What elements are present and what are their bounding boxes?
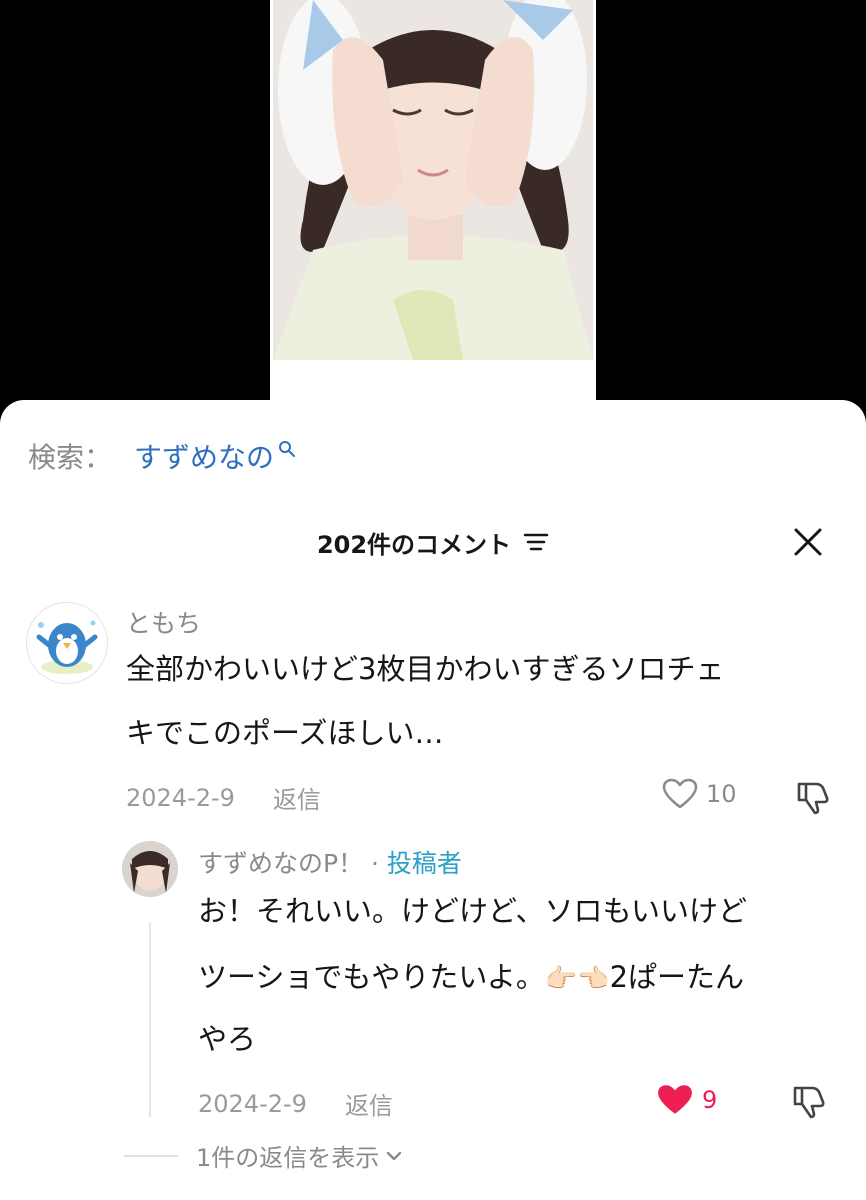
video-area	[0, 0, 866, 420]
video-thumbnail[interactable]	[273, 0, 593, 360]
heart-filled-icon	[658, 1085, 692, 1114]
close-icon[interactable]	[792, 526, 824, 558]
video-frame[interactable]	[270, 0, 596, 420]
reply-text-line-2-end: 2ぱーたん	[609, 960, 745, 994]
reply-username-row: すずめなのP！ · 投稿者	[198, 844, 462, 880]
comments-sheet: 検索： すずめなの 202件のコメント ともち 全部かわいいけど3枚目かわいすぎ…	[0, 400, 866, 1200]
reply-text-line-3: やろ	[198, 1022, 257, 1056]
search-icon[interactable]	[278, 440, 296, 458]
reply-username[interactable]: すずめなのP！	[198, 849, 363, 878]
reply-text-line-2: ツーショでもやりたいよ。👉🏻👈🏻2ぱーたん	[198, 946, 744, 1010]
dislike-icon[interactable]	[790, 1082, 828, 1120]
like-count: 9	[702, 1086, 718, 1114]
comment-date: 2024-2-9	[126, 783, 235, 812]
reply-avatar-photo	[122, 841, 178, 897]
reply-button[interactable]: 返信	[273, 780, 321, 815]
sort-icon[interactable]	[523, 531, 549, 553]
search-suggestion[interactable]: 検索： すずめなの	[28, 436, 296, 476]
author-badge: 投稿者	[386, 849, 462, 878]
like-button[interactable]: 9	[656, 1083, 717, 1117]
comments-header: 202件のコメント	[0, 520, 866, 564]
like-button[interactable]: 10	[662, 778, 737, 810]
penguin-avatar-illustration	[36, 620, 98, 674]
like-count: 10	[706, 780, 737, 808]
comments-count-title: 202件のコメント	[316, 530, 512, 559]
reply-button[interactable]: 返信	[345, 1086, 393, 1121]
comment-username[interactable]: ともち	[126, 604, 201, 640]
search-term-link[interactable]: すずめなの	[134, 436, 274, 476]
reply-date: 2024-2-9	[198, 1089, 307, 1118]
avatar[interactable]	[122, 841, 178, 897]
reply-meta: 2024-2-9 返信	[198, 1086, 393, 1121]
comment-text-line-2: キでこのポーズほしい…	[126, 716, 444, 750]
reply-text-line-1: お！それいい。けどけど、ソロもいいけど	[198, 894, 747, 928]
username-separator: ·	[363, 849, 387, 878]
comment-meta: 2024-2-9 返信	[126, 780, 321, 815]
view-replies-button[interactable]: 1件の返信を表示	[124, 1138, 405, 1173]
view-replies-label: 1件の返信を表示	[196, 1144, 380, 1172]
comment-text-line-1: 全部かわいいけど3枚目かわいすぎるソロチェ	[126, 652, 725, 686]
thread-line	[149, 922, 151, 1117]
chevron-down-icon	[387, 1151, 402, 1160]
heart-outline-icon	[662, 778, 698, 809]
search-prefix: 検索：	[28, 441, 113, 474]
thumbnail-illustration	[273, 0, 593, 360]
reply-text-line-2-start: ツーショでもやりたいよ。	[198, 960, 545, 994]
pointing-emoji: 👉🏻👈🏻	[544, 964, 610, 994]
avatar[interactable]	[26, 602, 108, 684]
dislike-icon[interactable]	[794, 778, 832, 816]
divider	[124, 1154, 178, 1157]
